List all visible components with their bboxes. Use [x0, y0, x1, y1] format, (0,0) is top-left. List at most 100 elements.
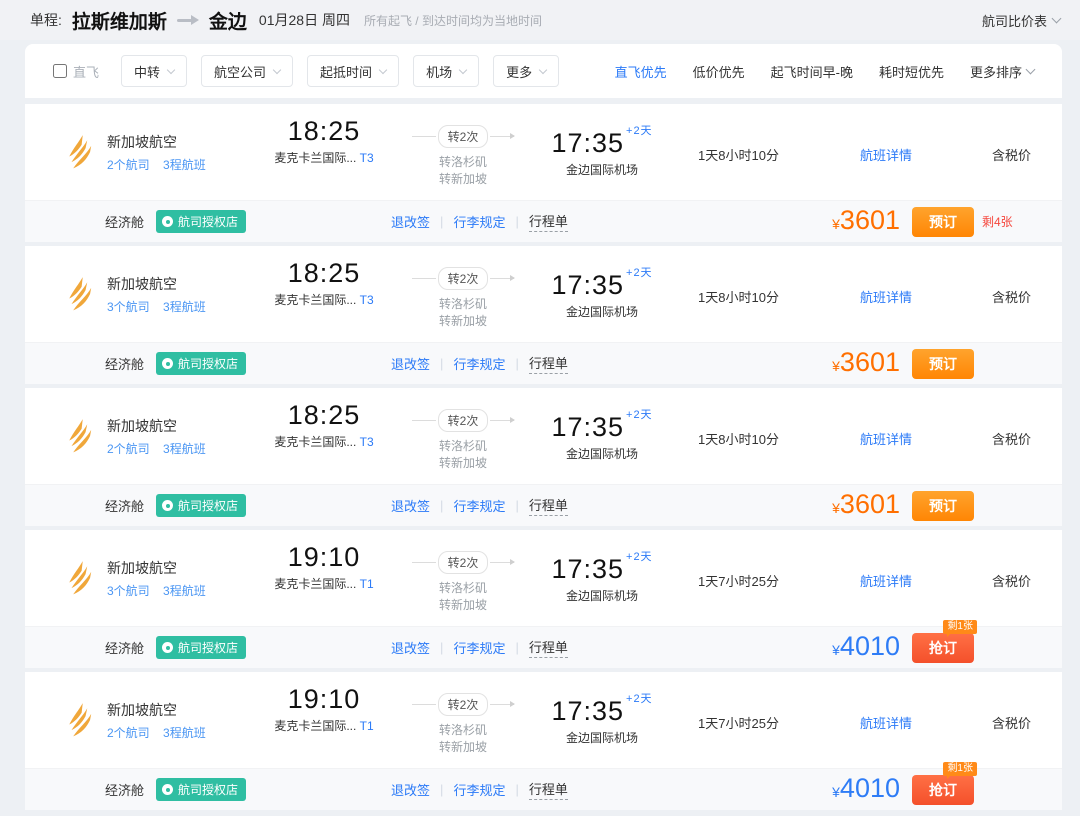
airline-column: 新加坡航空 2个航司 3程航班: [25, 416, 260, 457]
book-button[interactable]: 预订: [912, 490, 974, 521]
flight-details-link[interactable]: 航班详情: [860, 432, 912, 447]
refund-policy-link[interactable]: 退改签: [391, 354, 430, 373]
legs-count-link[interactable]: 3程航班: [163, 726, 206, 740]
legs-count-link[interactable]: 3程航班: [163, 300, 206, 314]
book-button[interactable]: 预订: [912, 348, 974, 379]
flight-details-link[interactable]: 航班详情: [860, 574, 912, 589]
price-value: 4010: [839, 772, 900, 803]
transfer-block: 转2次 转洛杉矶 转新加坡: [388, 400, 538, 472]
baggage-rules-link[interactable]: 行李规定: [453, 780, 505, 799]
book-button[interactable]: 抢订: [912, 632, 974, 663]
baggage-rules-link[interactable]: 行李规定: [453, 496, 505, 515]
baggage-rules-link[interactable]: 行李规定: [453, 354, 505, 373]
authorized-shop-badge: 航司授权店: [156, 494, 247, 517]
legs-count-link[interactable]: 3程航班: [163, 442, 206, 456]
departure-terminal: T3: [359, 435, 374, 449]
direct-flight-checkbox[interactable]: 直飞: [53, 62, 99, 81]
price: ¥4010: [832, 774, 900, 806]
refund-policy-link[interactable]: 退改签: [391, 212, 430, 231]
fare-sub-row: 经济舱 航司授权店 退改签 | 行李规定 | 行程单 ¥3601 预订: [25, 200, 1062, 242]
itinerary-receipt-link[interactable]: 行程单: [528, 637, 568, 658]
itinerary-receipt-link[interactable]: 行程单: [528, 353, 568, 374]
transfer-block: 转2次 转洛杉矶 转新加坡: [388, 116, 538, 188]
departure-time: 18:25: [287, 400, 361, 430]
transfer-cities: 转洛杉矶 转新加坡: [388, 154, 538, 188]
flight-details-link[interactable]: 航班详情: [860, 148, 912, 163]
transfer-count-badge[interactable]: 转2次: [437, 125, 489, 148]
book-button[interactable]: 抢订: [912, 774, 974, 805]
chevron-down-icon: [1051, 13, 1062, 24]
chevron-down-icon: [272, 65, 282, 74]
legs-count-link[interactable]: 3程航班: [163, 158, 206, 172]
carriers-count-link[interactable]: 3个航司: [107, 584, 150, 598]
flight-details-link[interactable]: 航班详情: [860, 716, 912, 731]
sort-more[interactable]: 更多排序: [970, 62, 1036, 81]
flower-icon: [162, 642, 174, 653]
timezone-note: 所有起飞 / 到达时间均为当地时间: [363, 13, 542, 28]
departure-time: 19:10: [287, 684, 361, 714]
cabin-class-label: 经济舱: [105, 783, 145, 798]
route-column: 19:10 麦克卡兰国际... T1 转2次 转洛杉矶 转新加坡 17:35 +…: [260, 684, 666, 756]
transfer-line-left: [411, 420, 436, 421]
filter-dropdown-time[interactable]: 起抵时间: [307, 55, 400, 87]
refund-policy-link[interactable]: 退改签: [391, 780, 430, 799]
chevron-down-icon: [378, 65, 388, 74]
flight-duration: 1天8小时10分: [698, 431, 779, 447]
carriers-count-link[interactable]: 2个航司: [107, 726, 150, 740]
arrival-time: 17:35 +2天: [551, 409, 653, 442]
departure-block: 18:25 麦克卡兰国际... T3: [260, 258, 388, 308]
price: ¥3601: [832, 490, 900, 522]
filter-dropdown-more[interactable]: 更多: [493, 55, 560, 87]
filter-dropdown-transfer[interactable]: 中转: [121, 55, 188, 87]
departure-block: 18:25 麦克卡兰国际... T3: [260, 116, 388, 166]
flight-date: 01月28日 周四: [258, 12, 350, 28]
price-zone: ¥3601 预订 剩4张: [832, 206, 1036, 238]
carriers-count-link[interactable]: 2个航司: [107, 158, 150, 172]
sort-direct-first[interactable]: 直飞优先: [615, 62, 667, 81]
origin-city: 拉斯维加斯: [71, 11, 167, 33]
transfer-city-1: 转洛杉矶: [438, 155, 487, 169]
fare-links: 退改签 | 行李规定 | 行程单: [391, 211, 568, 232]
itinerary-receipt-link[interactable]: 行程单: [528, 495, 568, 516]
fare-links: 退改签 | 行李规定 | 行程单: [391, 353, 568, 374]
route-arrow-icon: [175, 15, 201, 25]
book-button[interactable]: 预订: [912, 206, 974, 237]
carriers-count-link[interactable]: 3个航司: [107, 300, 150, 314]
sort-shortest-duration[interactable]: 耗时短优先: [879, 62, 944, 81]
baggage-rules-link[interactable]: 行李规定: [453, 638, 505, 657]
refund-policy-link[interactable]: 退改签: [391, 496, 430, 515]
direct-flight-checkbox-input[interactable]: [53, 64, 67, 78]
itinerary-receipt-link[interactable]: 行程单: [528, 211, 568, 232]
destination-city: 金边: [208, 11, 247, 33]
transfer-count-badge[interactable]: 转2次: [437, 551, 489, 574]
transfer-line-left: [411, 562, 436, 563]
transfer-count-badge[interactable]: 转2次: [437, 267, 489, 290]
flower-icon: [162, 500, 174, 511]
flower-icon: [162, 358, 174, 369]
carriers-count-link[interactable]: 2个航司: [107, 442, 150, 456]
transfer-count-badge[interactable]: 转2次: [437, 693, 489, 716]
cabin-class-label: 经济舱: [105, 499, 145, 514]
sort-departure-time[interactable]: 起飞时间早-晚: [771, 62, 853, 81]
tax-included-label: 含税价: [991, 573, 1031, 589]
price-zone: ¥4010 抢订 剩1张: [832, 619, 1036, 664]
airline-price-compare-link[interactable]: 航司比价表: [982, 11, 1062, 30]
departure-airport: 麦克卡兰国际... T3: [274, 435, 374, 449]
airline-name: 新加坡航空: [107, 133, 177, 150]
filter-dropdown-airline[interactable]: 航空公司: [201, 55, 294, 87]
sort-lowest-price[interactable]: 低价优先: [693, 62, 745, 81]
currency-symbol: ¥: [832, 641, 840, 658]
transfer-count-badge[interactable]: 转2次: [437, 409, 489, 432]
refund-policy-link[interactable]: 退改签: [391, 638, 430, 657]
tax-included-label: 含税价: [991, 289, 1031, 305]
currency-symbol: ¥: [832, 357, 840, 374]
arrival-block: 17:35 +2天 金边国际机场: [538, 258, 666, 320]
flight-details-link[interactable]: 航班详情: [860, 290, 912, 305]
tax-included-label: 含税价: [991, 715, 1031, 731]
flight-main-row: 新加坡航空 2个航司 3程航班 18:25 麦克卡兰国际... T3 转2次 转…: [25, 104, 1062, 200]
baggage-rules-link[interactable]: 行李规定: [453, 212, 505, 231]
legs-count-link[interactable]: 3程航班: [163, 584, 206, 598]
singapore-airlines-logo-icon: [69, 277, 92, 311]
filter-dropdown-airport[interactable]: 机场: [413, 55, 480, 87]
itinerary-receipt-link[interactable]: 行程单: [528, 779, 568, 800]
